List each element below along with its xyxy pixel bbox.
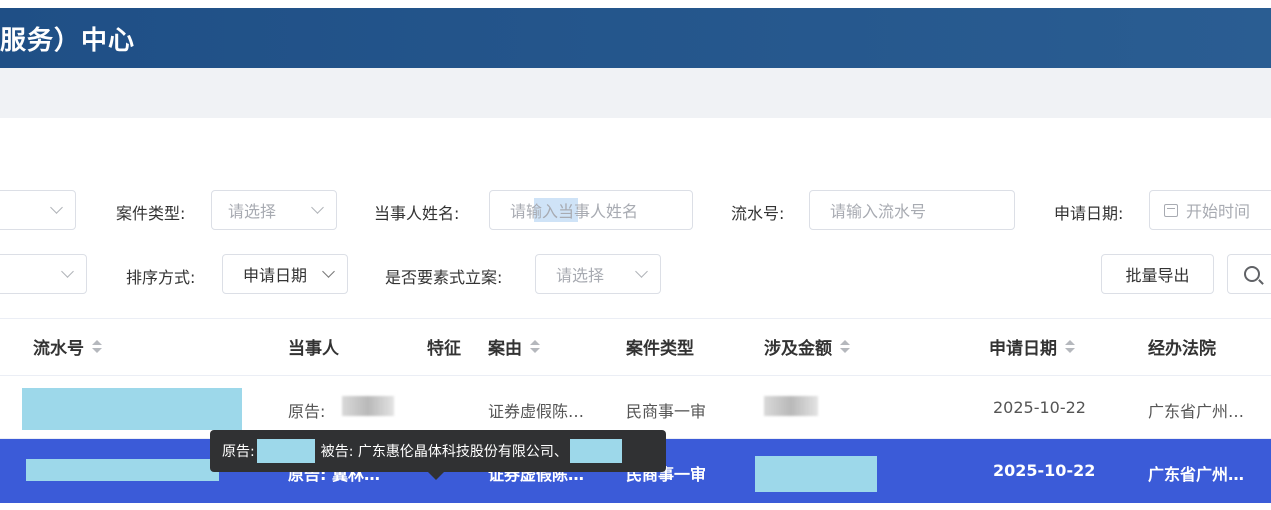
cause-cell: 证券虚假陈… — [488, 402, 585, 421]
apply-date-label: 申请日期: — [1054, 204, 1124, 223]
file-placeholder: 请选择 — [556, 266, 605, 285]
second-select[interactable] — [0, 254, 87, 294]
tooltip-arrow — [428, 472, 444, 480]
sort-caret-icon[interactable] — [530, 340, 540, 353]
column-cause-label: 案由 — [488, 339, 522, 359]
chevron-down-icon — [311, 201, 324, 214]
case-type-cell: 民商事一审 — [626, 402, 707, 421]
redacted-party — [342, 396, 394, 416]
column-apply-date-label: 申请日期 — [989, 339, 1057, 359]
sort-select[interactable]: 申请日期 — [222, 254, 348, 294]
column-feature: 特征 — [427, 334, 461, 359]
column-court-label: 经办法院 — [1148, 339, 1216, 359]
column-case-type-label: 案件类型 — [626, 339, 694, 359]
redacted-defendant — [569, 439, 622, 463]
party-cell: 原告: — [288, 402, 326, 421]
calendar-icon — [1164, 203, 1178, 217]
redacted-serial — [26, 459, 219, 481]
chevron-down-icon — [50, 201, 63, 214]
serial-placeholder: 请输入流水号 — [830, 202, 927, 221]
party-tooltip: 原告: 被告: 广东惠伦晶体科技股份有限公司、 — [210, 430, 666, 480]
party-name-placeholder: 请输入当事人姓名 — [510, 198, 639, 222]
page-title: 服务）中心 — [0, 26, 136, 56]
column-cause[interactable]: 案由 — [488, 334, 540, 359]
apply-date-start[interactable]: 开始时间 — [1149, 190, 1271, 230]
party-name-input[interactable]: 请输入当事人姓名 — [489, 190, 693, 230]
column-case-type: 案件类型 — [626, 334, 694, 359]
first-select[interactable] — [0, 190, 76, 230]
tooltip-defendant-text: 被告: 广东惠伦晶体科技股份有限公司、 — [320, 444, 568, 460]
search-icon — [1244, 266, 1260, 282]
apply-date-cell: 2025-10-22 — [993, 461, 1096, 480]
file-label: 是否要素式立案: — [385, 268, 503, 287]
start-date-placeholder: 开始时间 — [1186, 202, 1251, 221]
court-cell: 广东省广州… — [1148, 465, 1245, 484]
serial-label: 流水号: — [731, 204, 785, 223]
case-type-placeholder: 请选择 — [228, 202, 277, 221]
export-button[interactable]: 批量导出 — [1101, 254, 1214, 294]
column-feature-label: 特征 — [427, 339, 461, 359]
sort-caret-icon[interactable] — [840, 340, 850, 353]
sort-value: 申请日期 — [243, 266, 308, 285]
redacted-amount — [755, 456, 877, 492]
column-court: 经办法院 — [1148, 334, 1216, 359]
case-type-label: 案件类型: — [116, 204, 186, 223]
sort-caret-icon[interactable] — [1065, 340, 1075, 353]
tooltip-plaintiff-label: 原告: — [222, 444, 255, 460]
app-header: 服务）中心 — [0, 8, 1271, 68]
redacted-amount — [764, 396, 818, 416]
column-serial-label: 流水号 — [33, 339, 84, 359]
apply-date-cell: 2025-10-22 — [993, 398, 1086, 417]
breadcrumb-bar — [0, 68, 1271, 118]
sort-caret-icon[interactable] — [92, 340, 102, 353]
redacted-serial — [22, 388, 242, 430]
column-serial[interactable]: 流水号 — [33, 334, 102, 359]
column-amount[interactable]: 涉及金额 — [764, 334, 850, 359]
chevron-down-icon — [635, 265, 648, 278]
search-button[interactable] — [1227, 254, 1271, 294]
court-cell: 广东省广州… — [1148, 402, 1245, 421]
party-name-label: 当事人姓名: — [374, 204, 460, 223]
redacted-plaintiff — [256, 439, 315, 463]
table-top-divider — [0, 318, 1271, 319]
header-divider — [0, 375, 1271, 376]
serial-input[interactable]: 请输入流水号 — [809, 190, 1015, 230]
case-type-select[interactable]: 请选择 — [211, 190, 337, 230]
column-apply-date[interactable]: 申请日期 — [989, 334, 1075, 359]
column-party: 当事人 — [288, 334, 339, 359]
column-amount-label: 涉及金额 — [764, 339, 832, 359]
sort-label: 排序方式: — [126, 268, 196, 287]
column-party-label: 当事人 — [288, 339, 339, 359]
chevron-down-icon — [61, 265, 74, 278]
file-select[interactable]: 请选择 — [535, 254, 661, 294]
chevron-down-icon — [322, 265, 335, 278]
